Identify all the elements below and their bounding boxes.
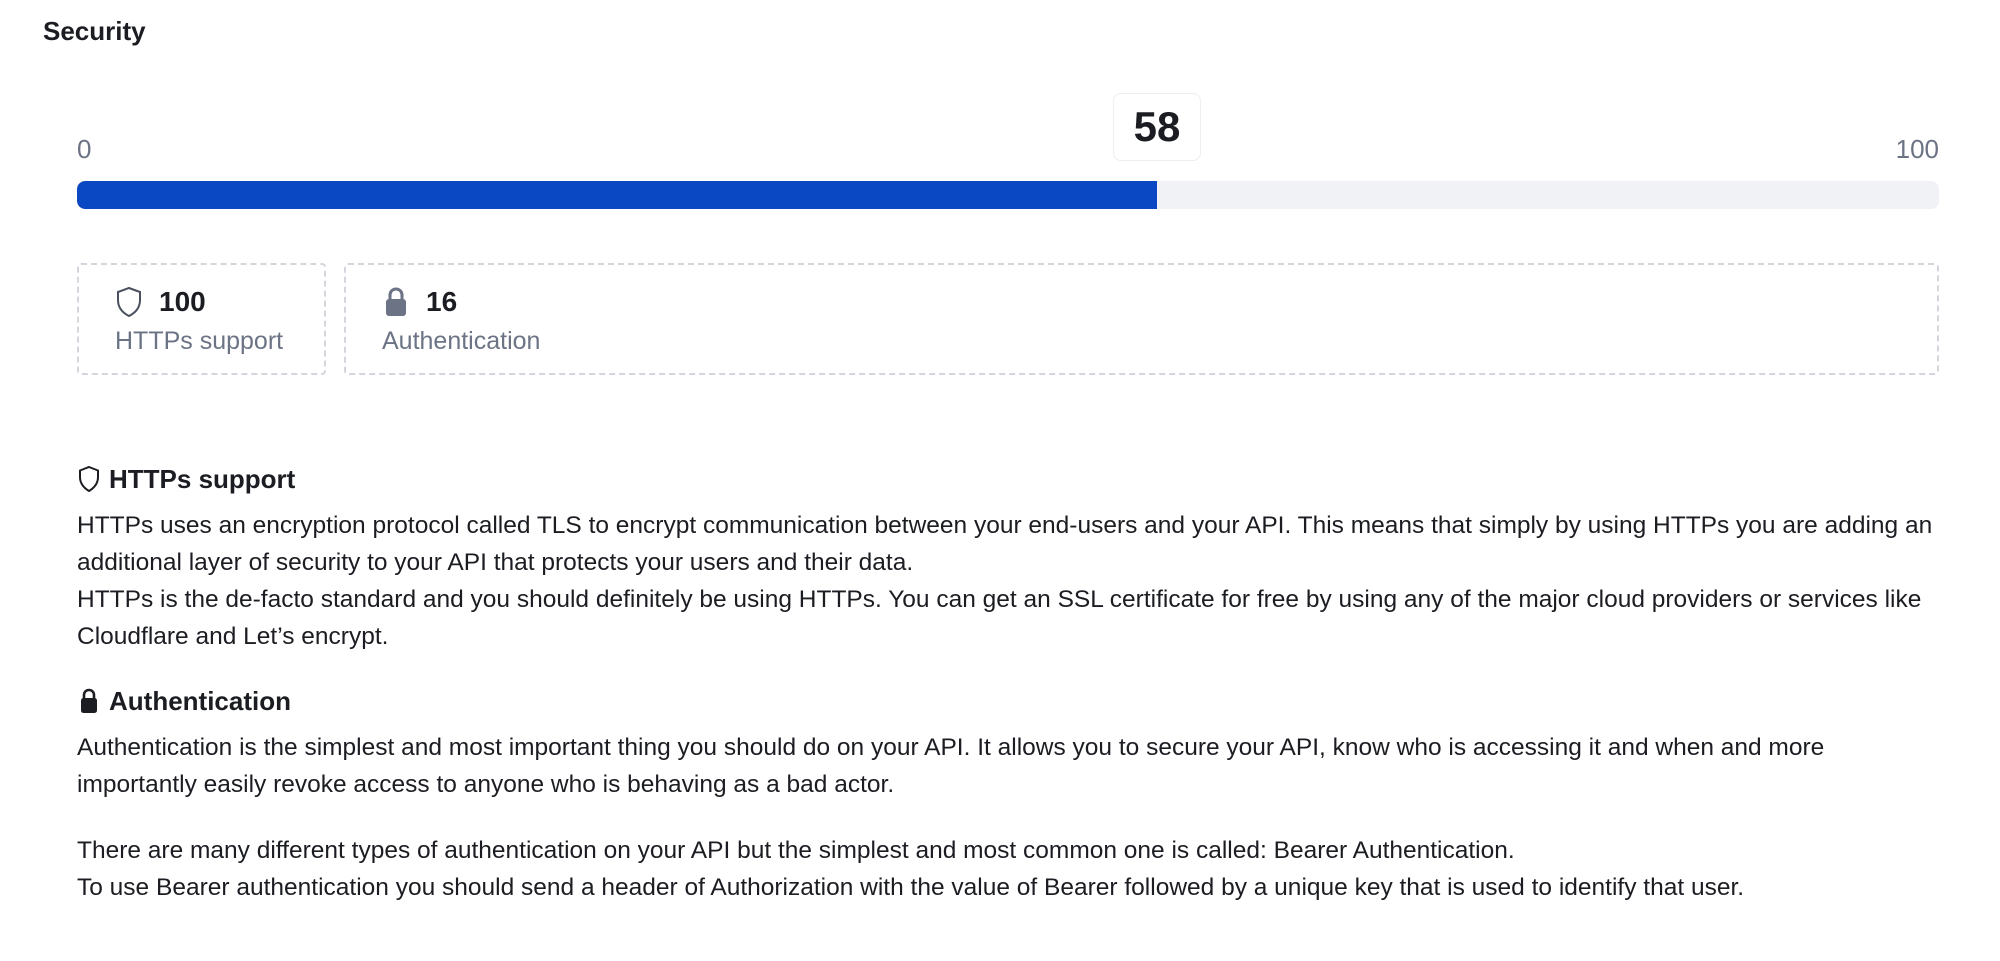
detail-heading: HTTPs support — [77, 461, 1947, 497]
stat-value: 100 — [159, 286, 206, 317]
score-progress-fill — [77, 181, 1157, 209]
detail-title: Authentication — [109, 685, 291, 716]
detail-paragraph: Authentication is the simplest and most … — [77, 734, 1825, 798]
stat-value: 16 — [426, 286, 458, 317]
score-value-bubble: 58 — [1112, 93, 1201, 161]
detail-authentication: Authentication Authentication is the sim… — [77, 683, 1947, 906]
lock-icon — [382, 286, 410, 318]
stat-card-authentication[interactable]: 16 Authentication — [344, 263, 1939, 375]
security-panel: Security 0 100 58 100 HTTPs support 16 A… — [0, 0, 2000, 961]
score-max-label: 100 — [1895, 134, 1939, 164]
shield-icon — [115, 286, 143, 318]
lock-icon — [77, 687, 101, 715]
stat-label: HTTPs support — [115, 327, 284, 355]
detail-paragraph: There are many different types of authen… — [77, 837, 1515, 864]
detail-paragraph: HTTPs is the de-facto standard and you s… — [77, 586, 1922, 650]
score-min-label: 0 — [77, 134, 92, 164]
stat-label: Authentication — [382, 327, 541, 355]
stat-card-https[interactable]: 100 HTTPs support — [77, 263, 326, 375]
detail-title: HTTPs support — [109, 463, 296, 494]
detail-heading: Authentication — [77, 683, 1947, 719]
shield-icon — [77, 465, 101, 493]
score-progress-track — [77, 181, 1939, 209]
section-title: Security — [43, 16, 146, 46]
detail-paragraph: To use Bearer authentication you should … — [77, 874, 1745, 901]
detail-paragraph: HTTPs uses an encryption protocol called… — [77, 512, 1933, 576]
detail-https-support: HTTPs support HTTPs uses an encryption p… — [77, 461, 1947, 655]
